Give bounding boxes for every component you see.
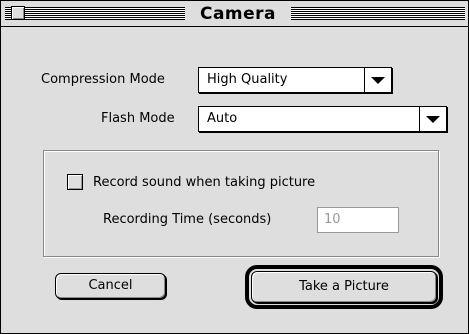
- sound-options-group: [43, 150, 439, 257]
- take-picture-button[interactable]: Take a Picture: [251, 271, 437, 303]
- compression-mode-label: Compression Mode: [41, 72, 165, 87]
- compression-mode-value: High Quality: [207, 72, 288, 87]
- window-title: Camera: [185, 3, 291, 25]
- flash-mode-label: Flash Mode: [101, 111, 175, 126]
- cancel-button[interactable]: Cancel: [55, 273, 166, 299]
- camera-dialog: Camera Compression Mode High Quality Fla…: [0, 0, 469, 334]
- record-sound-checkbox[interactable]: [67, 174, 83, 190]
- chevron-down-icon[interactable]: [364, 68, 391, 92]
- flash-mode-popup[interactable]: Auto: [198, 106, 447, 132]
- recording-time-field[interactable]: 10: [317, 207, 399, 233]
- title-bar-stripes-left: [5, 7, 185, 20]
- compression-mode-popup[interactable]: High Quality: [198, 67, 392, 93]
- title-bar[interactable]: Camera: [1, 1, 468, 27]
- recording-time-label: Recording Time (seconds): [103, 212, 272, 227]
- title-bar-stripes-right: [291, 7, 465, 20]
- flash-mode-value: Auto: [207, 111, 238, 126]
- close-box-icon[interactable]: [11, 6, 25, 20]
- chevron-down-icon[interactable]: [419, 107, 446, 131]
- record-sound-label[interactable]: Record sound when taking picture: [93, 175, 315, 190]
